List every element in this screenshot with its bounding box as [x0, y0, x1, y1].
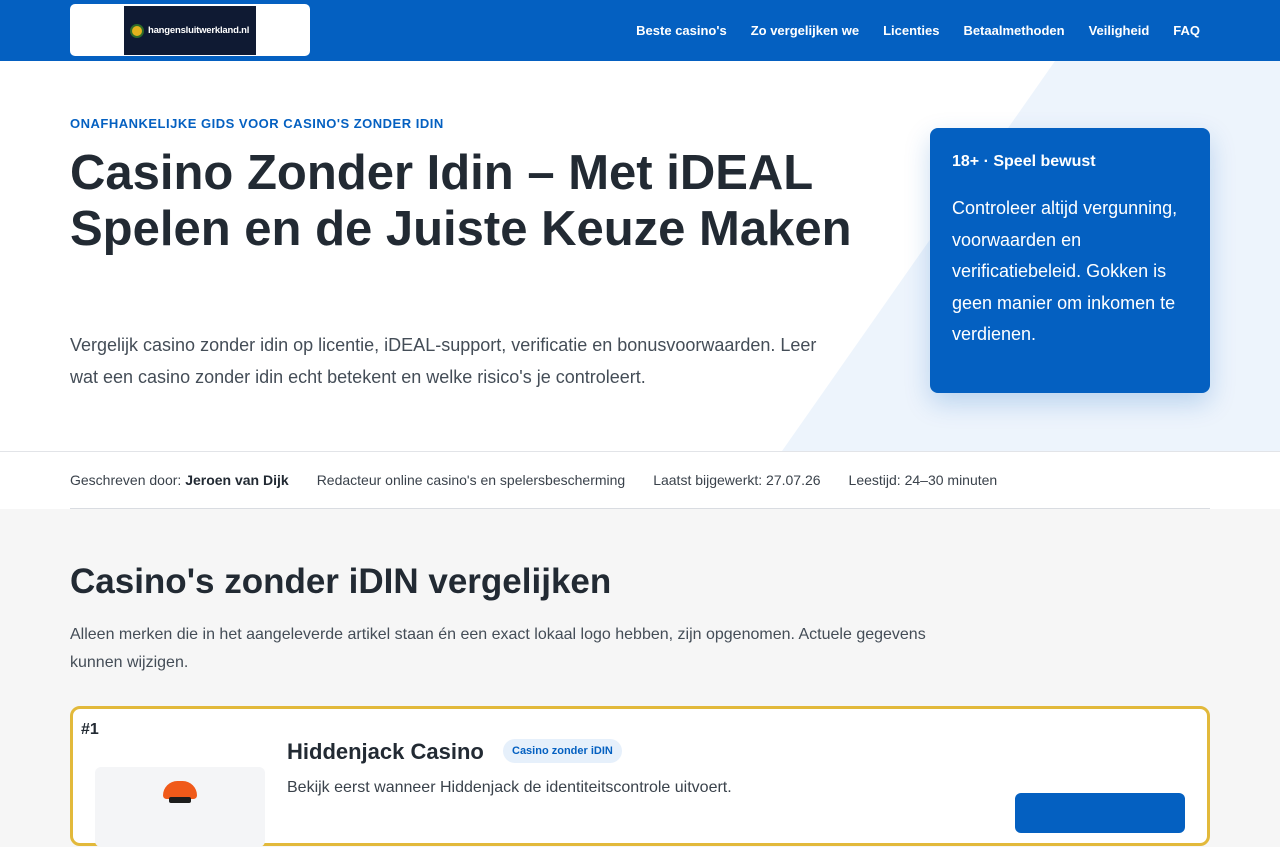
reading-time: Leestijd: 24–30 minuten [848, 472, 998, 488]
site-header: hangensluitwerkland.nl Beste casino's Zo… [0, 0, 1280, 61]
comparison-title: Casino's zonder iDIN vergelijken [70, 562, 612, 601]
casino-badge: Casino zonder iDIN [503, 739, 622, 763]
nav-link-faq[interactable]: FAQ [1173, 23, 1200, 38]
nav-link-how-we-compare[interactable]: Zo vergelijken we [751, 23, 859, 38]
logo-emblem-icon [130, 23, 144, 38]
logo-text: hangensluitwerkland.nl [148, 25, 250, 36]
casino-logo[interactable] [95, 767, 265, 847]
casino-rank: #1 [81, 721, 99, 738]
site-logo-link[interactable]: hangensluitwerkland.nl [70, 4, 310, 56]
casino-logo-mask-icon [169, 797, 191, 803]
site-logo: hangensluitwerkland.nl [124, 6, 256, 55]
nav-link-licenses[interactable]: Licenties [883, 23, 939, 38]
last-updated: Laatst bijgewerkt: 27.07.26 [653, 472, 821, 488]
casino-card: #1 Hiddenjack Casino Casino zonder iDIN … [70, 706, 1210, 847]
nav-link-safety[interactable]: Veiligheid [1089, 23, 1150, 38]
responsible-gambling-text: Controleer altijd vergunning, voorwaarde… [952, 198, 1178, 344]
hero-lead: Vergelijk casino zonder idin op licentie… [70, 335, 817, 387]
responsible-gambling-title: 18+ · Speel bewust [952, 153, 1096, 170]
responsible-gambling-card: 18+ · Speel bewust Controleer altijd ver… [930, 128, 1210, 393]
page-title: Casino Zonder Idin – Met iDEAL Spelen en… [70, 146, 852, 256]
nav-link-best-casinos[interactable]: Beste casino's [636, 23, 727, 38]
hero-eyebrow: Onafhankelijke gids voor casino's zonder… [70, 116, 444, 131]
casino-cta-button[interactable] [1015, 793, 1185, 833]
author-role: Redacteur online casino's en spelersbesc… [316, 472, 626, 488]
main-nav: Beste casino's Zo vergelijken we Licenti… [636, 0, 1200, 61]
article-meta: Geschreven door: Jeroen van Dijk Redacte… [0, 451, 1280, 509]
author-name: Jeroen van Dijk [185, 472, 289, 488]
casino-name: Hiddenjack Casino [287, 739, 484, 764]
author-info: Geschreven door: Jeroen van Dijk [70, 472, 289, 488]
hero-section: Onafhankelijke gids voor casino's zonder… [0, 61, 1280, 451]
nav-link-payment-methods[interactable]: Betaalmethoden [963, 23, 1064, 38]
casino-description: Bekijk eerst wanneer Hiddenjack de ident… [287, 779, 732, 796]
comparison-intro: Alleen merken die in het aangeleverde ar… [70, 626, 926, 671]
author-label: Geschreven door: [70, 472, 182, 488]
